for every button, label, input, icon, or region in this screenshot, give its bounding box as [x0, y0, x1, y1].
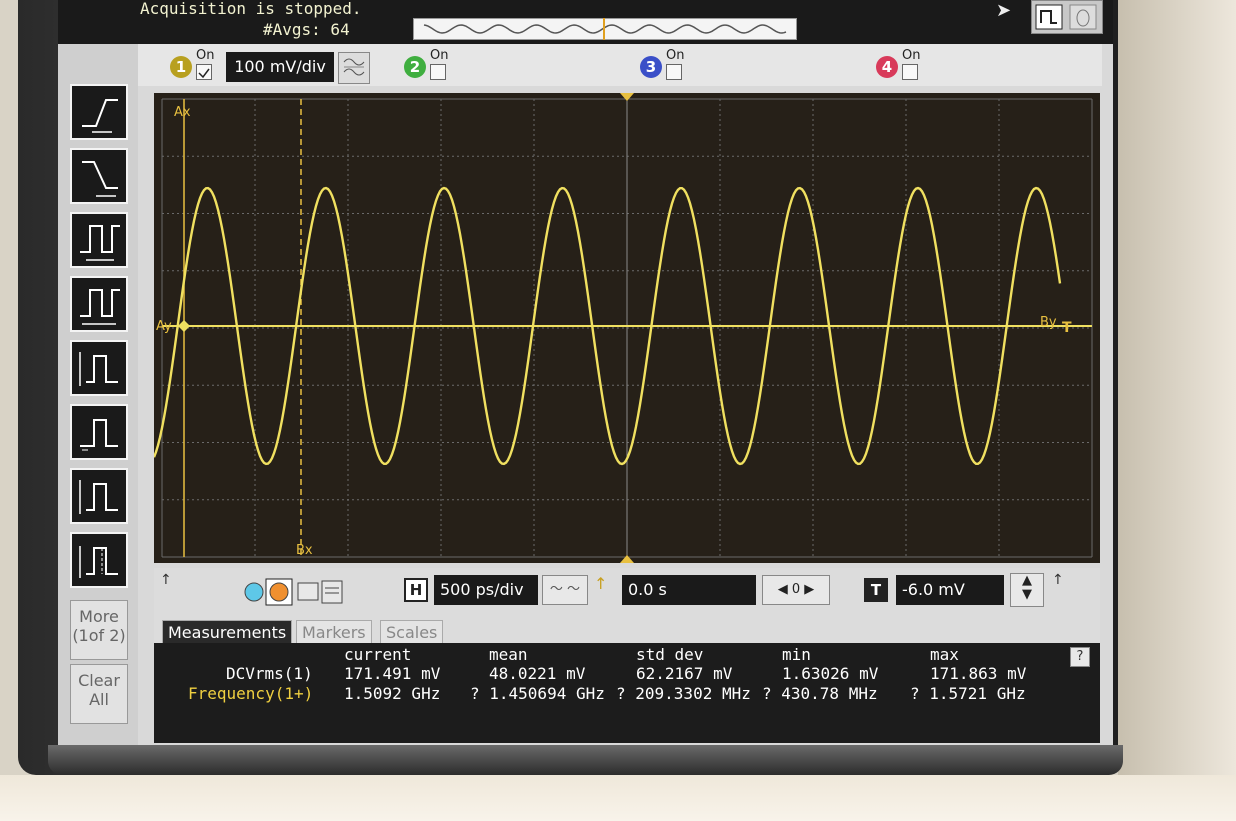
period-measure-button[interactable] — [70, 468, 128, 524]
trigger-level-marker: T — [1062, 320, 1072, 336]
delay-value[interactable]: 0.0 s — [622, 575, 756, 605]
run-mode-icons[interactable] — [242, 578, 352, 606]
channel-1-button[interactable]: 1 — [170, 56, 192, 78]
duty-cycle-measure-button[interactable] — [70, 276, 128, 332]
measurement-toolbar: More (1of 2) Clear All — [58, 44, 138, 745]
pulse-width-measure-button[interactable] — [70, 212, 128, 268]
tab-measurements[interactable]: Measurements — [162, 620, 293, 645]
scroll-up-right-icon[interactable]: ↑ — [1052, 572, 1064, 588]
pulse-width-icon — [80, 225, 120, 261]
reference-selector[interactable]: ◀ 0 ▶ — [762, 575, 830, 605]
channel-bar: 1 On 100 mV/div 2 On 3 On 4 On — [138, 44, 1102, 86]
display-mode-buttons[interactable] — [1031, 0, 1103, 34]
oscilloscope-screen: Acquisition is stopped. #Avgs: 64 ➤ 1 On… — [58, 0, 1113, 745]
marker-by-label: By — [1040, 315, 1057, 330]
trigger-position-bottom-marker — [620, 555, 634, 563]
jitter-icon — [79, 546, 118, 578]
rise-time-measure-button[interactable] — [70, 84, 128, 140]
timebase-value[interactable]: 500 ps/div — [434, 575, 538, 605]
measurement-std-dev: ? 209.3302 MHz — [616, 684, 751, 703]
falling-edge-icon — [82, 161, 118, 197]
desk-surface — [0, 775, 1236, 821]
measurement-current: 171.491 mV — [344, 664, 441, 683]
waveform-display[interactable]: Ax Ay Bx By — [154, 93, 1100, 563]
channel-1-checkbox[interactable] — [196, 64, 212, 80]
overshoot-measure-button[interactable] — [70, 404, 128, 460]
header-min: min — [782, 645, 811, 664]
tab-markers[interactable]: Markers — [296, 620, 372, 645]
measurement-name: Frequency(1+) — [188, 684, 314, 703]
pulse-width-ratio-icon — [80, 289, 120, 325]
horizontal-button[interactable]: H — [404, 578, 428, 602]
marker-ay-label: Ay — [156, 319, 172, 334]
help-button[interactable]: ? — [1070, 647, 1090, 667]
channel-2-checkbox[interactable] — [430, 64, 446, 80]
measurement-max: 171.863 mV — [930, 664, 1027, 683]
channel-1-scale[interactable]: 100 mV/div — [226, 52, 334, 82]
channel-2-button[interactable]: 2 — [404, 56, 426, 78]
marker-a-label: Ax — [174, 105, 191, 120]
amplitude-measure-button[interactable] — [70, 340, 128, 396]
monitor-bezel: Acquisition is stopped. #Avgs: 64 ➤ 1 On… — [18, 0, 1123, 775]
trigger-button[interactable]: T — [864, 578, 888, 602]
measurement-mean: ? 1.450694 GHz — [470, 684, 605, 703]
channel-3-button[interactable]: 3 — [640, 56, 662, 78]
mouse-pointer-icon: ➤ — [996, 0, 1012, 21]
timebase-adjust-button[interactable]: 〜 〜 — [542, 575, 588, 605]
jitter-measure-button[interactable] — [70, 532, 128, 588]
acquisition-status: Acquisition is stopped. — [140, 0, 362, 18]
tab-bar: Measurements Markers Scales — [154, 618, 1100, 645]
measurement-min: ? 430.78 MHz — [762, 684, 878, 703]
tab-scales[interactable]: Scales — [380, 620, 444, 645]
status-bar: Acquisition is stopped. #Avgs: 64 ➤ — [58, 0, 1113, 44]
header-current: current — [344, 645, 412, 664]
more-button[interactable]: More (1of 2) — [70, 600, 128, 660]
measurements-panel: ? current mean std dev min max DCVrms(1)… — [154, 643, 1100, 743]
channel-3-checkbox[interactable] — [666, 64, 682, 80]
measurement-current: 1.5092 GHz — [344, 684, 441, 703]
channel-2-on-label: On — [430, 48, 449, 63]
overshoot-icon — [80, 419, 118, 451]
bezel-edge — [48, 745, 1123, 775]
trigger-position-top-marker — [620, 93, 634, 101]
graticule-svg — [154, 93, 1093, 563]
trigger-level-value[interactable]: -6.0 mV — [896, 575, 1004, 605]
background-wall — [1118, 0, 1236, 821]
channel-1-on-label: On — [196, 48, 215, 63]
overview-wave — [423, 24, 787, 34]
marker-intersection — [178, 320, 190, 332]
rise-time-icon — [79, 352, 118, 386]
measurement-mean: 48.0221 mV — [489, 664, 586, 683]
period-icon — [79, 480, 118, 514]
control-strip: ↑ H 500 ps/div 〜 〜 ↑ 0.0 s ◀ 0 ▶ T -6.0 … — [154, 568, 1100, 618]
header-std-dev: std dev — [636, 645, 704, 664]
channel-1-adjust-button[interactable] — [338, 52, 370, 84]
reference-value: 0 — [791, 582, 801, 597]
trigger-level-spinner[interactable]: ▲ ▼ — [1010, 573, 1044, 607]
averages-count: #Avgs: 64 — [263, 20, 350, 39]
clear-all-button[interactable]: Clear All — [70, 664, 128, 724]
header-mean: mean — [489, 645, 528, 664]
measurement-name: DCVrms(1) — [226, 664, 313, 683]
marker-b-label: Bx — [296, 543, 313, 558]
waveform-overview[interactable] — [413, 18, 797, 40]
channel-4-checkbox[interactable] — [902, 64, 918, 80]
channel-3-on-label: On — [666, 48, 685, 63]
channel-4-button[interactable]: 4 — [876, 56, 898, 78]
measurement-std-dev: 62.2167 mV — [636, 664, 733, 683]
rising-edge-icon — [82, 99, 118, 133]
scroll-up-icon[interactable]: ↑ — [160, 572, 172, 588]
delay-marker-icon: ↑ — [594, 574, 608, 593]
fall-time-measure-button[interactable] — [70, 148, 128, 204]
measurement-min: 1.63026 mV — [782, 664, 879, 683]
channel-4-on-label: On — [902, 48, 921, 63]
overview-window-marker — [603, 18, 605, 40]
measurement-max: ? 1.5721 GHz — [910, 684, 1026, 703]
header-max: max — [930, 645, 959, 664]
